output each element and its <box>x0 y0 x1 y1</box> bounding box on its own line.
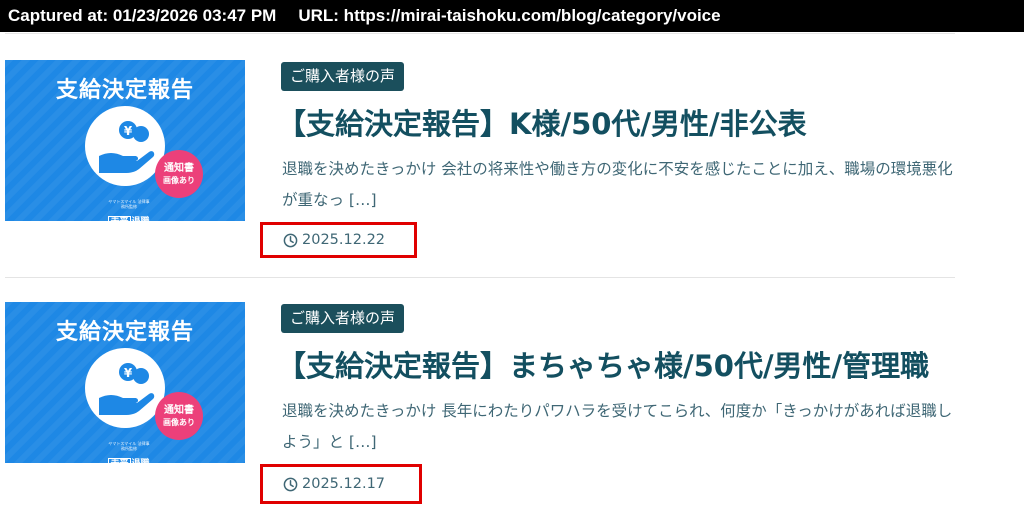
svg-text:¥: ¥ <box>124 366 133 380</box>
clock-icon <box>283 477 298 491</box>
hand-coin-icon: ¥ <box>85 348 165 428</box>
category-badge[interactable]: ご購入者様の声 <box>281 304 405 333</box>
post-card: 支給決定報告 ¥ 通知書 画像あり ヤマトスマイル 法律事務所監修 未来退職 ご… <box>0 242 1024 504</box>
hand-coin-icon: ¥ <box>85 106 165 186</box>
post-excerpt: 退職を決めたきっかけ 長年にわたりパワハラを受けてこられ、何度か「きっかけがあれ… <box>282 402 953 451</box>
category-badge[interactable]: ご購入者様の声 <box>281 62 405 91</box>
notice-image-badge: 通知書 画像あり <box>155 150 203 198</box>
post-excerpt: 退職を決めたきっかけ 会社の将来性や働き方の変化に不安を感じたことに加え、職場の… <box>282 160 953 209</box>
thumbnail-title: 支給決定報告 <box>55 320 194 345</box>
brand-logo: ヤマトスマイル 法律事務所監修 未来退職 <box>107 441 151 463</box>
svg-text:¥: ¥ <box>124 124 133 138</box>
date-highlight-box: 2025.12.17 <box>260 464 422 504</box>
post-title-link[interactable]: 【支給決定報告】K様/50代/男性/非公表 <box>277 103 977 145</box>
post-title-link[interactable]: 【支給決定報告】まちゃちゃ様/50代/男性/管理職 <box>277 345 977 387</box>
post-thumbnail[interactable]: 支給決定報告 ¥ 通知書 画像あり ヤマトスマイル 法律事務所監修 未来退職 <box>5 302 245 463</box>
post-card: 支給決定報告 ¥ 通知書 画像あり ヤマトスマイル 法律事務所監修 未来退職 ご… <box>0 0 1024 258</box>
brand-logo: ヤマトスマイル 法律事務所監修 未来退職 <box>107 199 151 221</box>
thumbnail-title: 支給決定報告 <box>55 78 194 103</box>
notice-image-badge: 通知書 画像あり <box>155 392 203 440</box>
post-date: 2025.12.17 <box>283 467 385 501</box>
post-date-text: 2025.12.17 <box>302 476 386 492</box>
post-thumbnail[interactable]: 支給決定報告 ¥ 通知書 画像あり ヤマトスマイル 法律事務所監修 未来退職 <box>5 60 245 221</box>
